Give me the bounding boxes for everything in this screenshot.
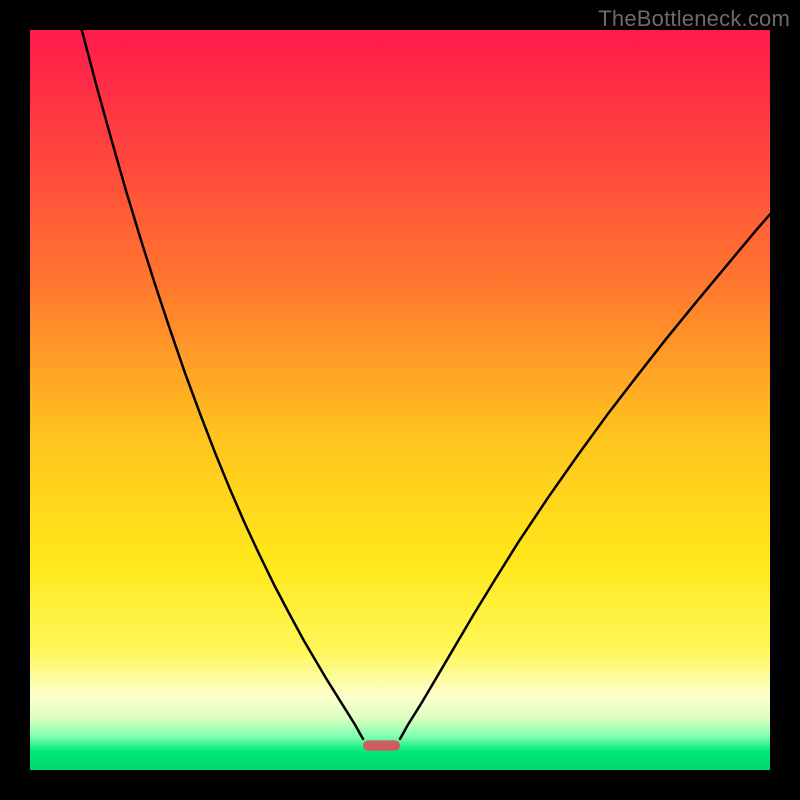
- plot-area: [30, 30, 770, 770]
- optimal-range-marker: [363, 740, 400, 750]
- bottleneck-chart: [30, 30, 770, 770]
- chart-frame: TheBottleneck.com: [0, 0, 800, 800]
- gradient-background: [30, 30, 770, 770]
- watermark-text: TheBottleneck.com: [598, 6, 790, 32]
